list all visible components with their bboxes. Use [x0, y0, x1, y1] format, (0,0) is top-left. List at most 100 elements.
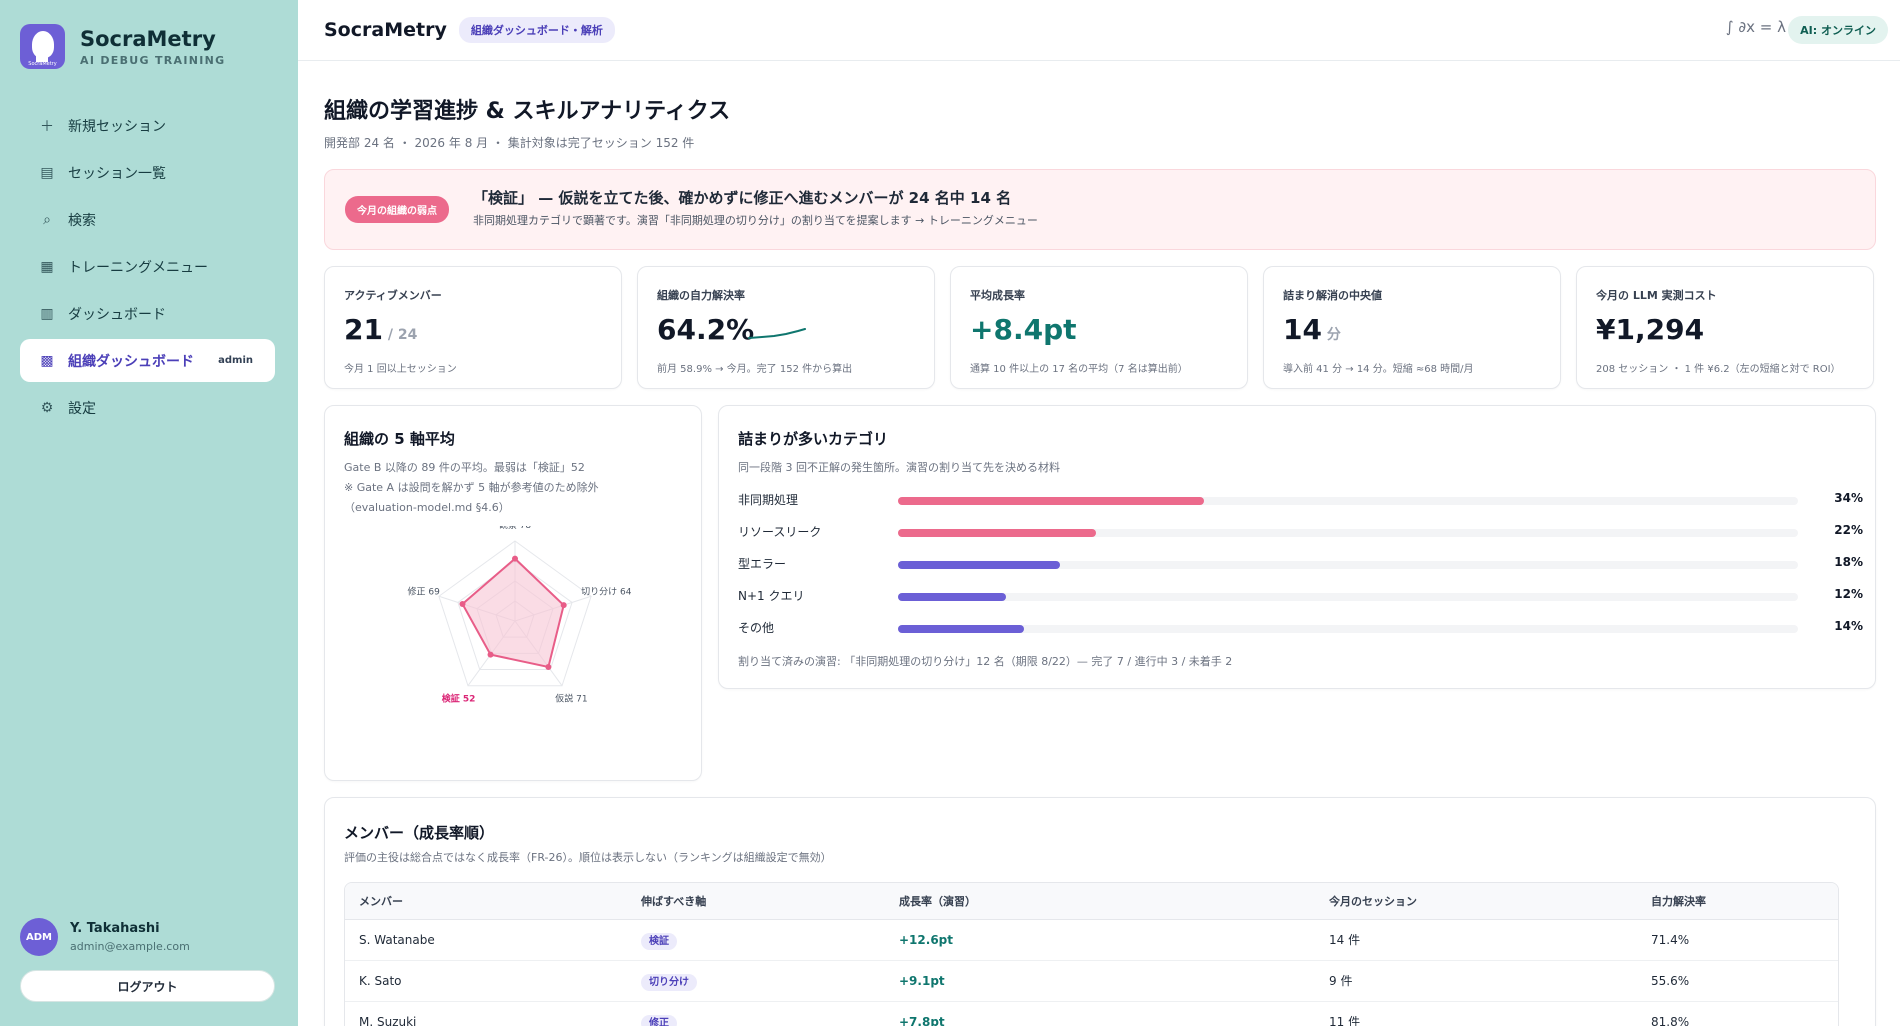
growth-value: +7.8pt: [885, 1001, 1315, 1026]
rate-value: 55.6%: [1637, 960, 1838, 1002]
radar-desc: Gate B 以降の 89 件の平均。最弱は「検証」52 ※ Gate A は設…: [344, 458, 599, 518]
stat-value: 14 分: [1283, 313, 1341, 346]
stat-label: 平均成長率: [970, 289, 1025, 302]
table-header-row: メンバー 伸ばすべき軸 成長率（演習） 今月のセッション 自力解決率: [345, 883, 1838, 920]
sidebar-item-label: 新規セッション: [68, 118, 166, 135]
page-title: 組織の学習進捗 & スキルアナリティクス: [324, 99, 731, 124]
sessions-value: 14 件: [1315, 919, 1637, 961]
stat-card-median-resolve: 詰まり解消の中央値 14 分 導入前 41 分 → 14 分。短縮 ≈68 時間…: [1263, 266, 1561, 389]
category-track: [898, 625, 1798, 633]
stat-value: 21 / 24: [344, 313, 417, 346]
members-desc: 評価の主役は総合点ではなく成長率（FR-26）。順位は表示しない（ランキングは組…: [344, 851, 832, 864]
stat-number: +8.4pt: [970, 313, 1077, 346]
alert-title: 「検証」 — 仮説を立てた後、確かめずに修正へ進むメンバーが 24 名中 14 …: [473, 187, 1011, 208]
axis-chip: 修正: [641, 1015, 677, 1026]
stat-foot: 208 セッション ・ 1 件 ¥6.2（左の短縮と対で ROI）: [1596, 364, 1841, 375]
alert-title-strong: 「検証」: [473, 189, 534, 207]
radar-point: [512, 555, 518, 562]
category-track: [898, 593, 1798, 601]
axis-cell: 切り分け: [627, 960, 885, 1002]
category-bar: [898, 561, 1060, 569]
category-value: 22%: [1834, 523, 1863, 537]
column-header[interactable]: 今月のセッション: [1315, 883, 1637, 920]
sidebar-item-new-session[interactable]: ＋ 新規セッション: [20, 104, 275, 147]
stat-card-llm-cost: 今月の LLM 実測コスト ¥1,294 208 セッション ・ 1 件 ¥6.…: [1576, 266, 1874, 389]
category-row: その他 14%: [738, 618, 1863, 638]
brand-subtitle: AI DEBUG TRAINING: [80, 53, 226, 67]
gear-icon: ⚙: [40, 399, 54, 416]
alert-text: 非同期処理カテゴリで顕著です。演習「非同期処理の切り分け」の割り当てを提案します…: [473, 214, 1038, 227]
table-row[interactable]: S. Watanabe 検証 +12.6pt 14 件 71.4%: [345, 919, 1838, 961]
stat-number: 64.2%: [657, 313, 755, 346]
admin-badge: admin: [218, 355, 253, 366]
user-info: ADM Y. Takahashi admin@example.com: [20, 918, 190, 956]
stuck-categories-card: 詰まりが多いカテゴリ 同一段階 3 回不正解の発生箇所。演習の割り当て先を決める…: [718, 405, 1876, 689]
stat-foot: 前月 58.9% → 今月。完了 152 件から算出: [657, 364, 853, 375]
weakness-alert: 今月の組織の弱点 「検証」 — 仮説を立てた後、確かめずに修正へ進むメンバーが …: [324, 169, 1876, 250]
alert-pill: 今月の組織の弱点: [345, 196, 449, 223]
sidebar-item-label: ダッシュボード: [68, 306, 166, 323]
stat-number: ¥1,294: [1596, 313, 1705, 346]
member-name: K. Sato: [345, 960, 627, 1002]
category-track: [898, 497, 1798, 505]
stat-number: 21: [344, 313, 383, 346]
header-chip: 組織ダッシュボード・解析: [458, 17, 615, 43]
page-subtitle: 開発部 24 名 ・ 2026 年 8 月 ・ 集計対象は完了セッション 152…: [324, 136, 695, 150]
radar-axis-label: 仮説 71: [555, 693, 587, 705]
logout-button[interactable]: ログアウト: [20, 970, 275, 1002]
plus-icon: ＋: [40, 118, 54, 135]
stat-card-self-resolution: 組織の自力解決率 64.2% 前月 58.9% → 今月。完了 152 件から算…: [637, 266, 935, 389]
radar-point: [545, 663, 552, 670]
category-value: 14%: [1834, 619, 1863, 633]
category-label: 型エラー: [738, 557, 787, 571]
rate-value: 81.8%: [1637, 1001, 1838, 1026]
members-title: メンバー（成長率順）: [344, 824, 495, 842]
category-bar: [898, 529, 1096, 537]
radar-title: 組織の 5 軸平均: [344, 430, 455, 448]
column-header[interactable]: 伸ばすべき軸: [627, 883, 885, 920]
user-name: Y. Takahashi: [70, 921, 160, 936]
category-row: 非同期処理 34%: [738, 490, 1863, 510]
dashboard-icon: ▥: [40, 305, 54, 322]
sidebar-item-session-list[interactable]: ▤ セッション一覧: [20, 151, 275, 194]
radar-card: 組織の 5 軸平均 Gate B 以降の 89 件の平均。最弱は「検証」52 ※…: [324, 405, 702, 781]
avatar[interactable]: ADM: [20, 918, 58, 956]
sidebar-item-settings[interactable]: ⚙ 設定: [20, 386, 275, 429]
table-row[interactable]: M. Suzuki 修正 +7.8pt 11 件 81.8%: [345, 1001, 1838, 1026]
member-name: S. Watanabe: [345, 919, 627, 961]
column-header[interactable]: 成長率（演習）: [885, 883, 1315, 920]
radar-point: [487, 651, 494, 658]
category-label: 非同期処理: [738, 493, 799, 507]
stat-value: 64.2%: [657, 313, 754, 346]
category-row: 型エラー 18%: [738, 554, 1863, 574]
sidebar-item-search[interactable]: ⌕ 検索: [20, 198, 275, 241]
category-label: リソースリーク: [738, 525, 822, 539]
category-bar: [898, 593, 1006, 601]
sidebar-item-training-menu[interactable]: ▦ トレーニングメニュー: [20, 245, 275, 288]
brand[interactable]: SocraMetry SocraMetry AI DEBUG TRAINING: [20, 24, 225, 69]
sidebar-item-org-dashboard[interactable]: ▩ 組織ダッシュボード admin: [20, 339, 275, 382]
stat-unit: / 24: [382, 327, 418, 343]
category-value: 34%: [1834, 491, 1863, 505]
brand-logo: SocraMetry: [20, 24, 65, 69]
category-row: リソースリーク 22%: [738, 522, 1863, 542]
stat-foot: 導入前 41 分 → 14 分。短縮 ≈68 時間/月: [1283, 364, 1474, 375]
brand-name: SocraMetry: [80, 26, 216, 51]
stat-label: 詰まり解消の中央値: [1283, 289, 1382, 302]
org-dashboard-icon: ▩: [40, 352, 54, 369]
growth-value: +12.6pt: [885, 919, 1315, 961]
table-row[interactable]: K. Sato 切り分け +9.1pt 9 件 55.6%: [345, 960, 1838, 1002]
category-value: 12%: [1834, 587, 1863, 601]
sidebar-item-label: トレーニングメニュー: [68, 259, 208, 276]
category-bar: [898, 625, 1024, 633]
stat-label: 今月の LLM 実測コスト: [1596, 289, 1717, 302]
sidebar-item-dashboard[interactable]: ▥ ダッシュボード: [20, 292, 275, 335]
column-header[interactable]: メンバー: [345, 883, 627, 920]
user-email: admin@example.com: [70, 940, 190, 953]
category-row: N+1 クエリ 12%: [738, 586, 1863, 606]
sessions-value: 11 件: [1315, 1001, 1637, 1026]
sidebar-item-label: 組織ダッシュボード: [68, 353, 194, 370]
column-header[interactable]: 自力解決率: [1637, 883, 1838, 920]
category-track: [898, 561, 1798, 569]
radar-axis-label: 切り分け 64: [581, 586, 632, 597]
